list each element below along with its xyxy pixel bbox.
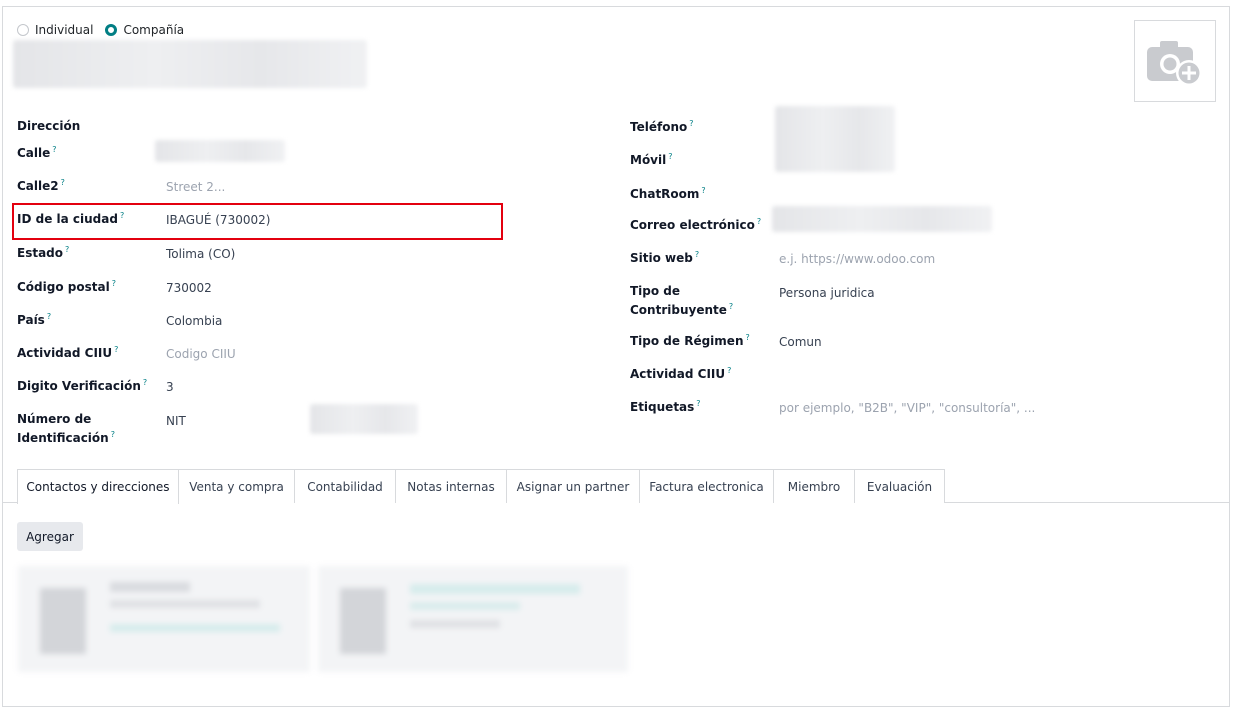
address-header: Dirección (17, 119, 81, 133)
help-icon[interactable]: ? (689, 119, 693, 128)
dv-label: Digito Verificación? (17, 378, 147, 393)
street-input[interactable] (155, 140, 285, 162)
contact-card[interactable] (318, 566, 628, 672)
mobile-label: Móvil? (630, 152, 672, 167)
help-icon[interactable]: ? (696, 399, 700, 408)
tags-input[interactable]: por ejemplo, "B2B", "VIP", "consultoría"… (779, 401, 1035, 415)
regime-select[interactable]: Comun (779, 335, 822, 349)
add-contact-button[interactable]: Agregar (17, 522, 83, 551)
photo-upload[interactable] (1134, 20, 1216, 102)
chatroom-label: ChatRoom? (630, 186, 706, 201)
tab-accounting[interactable]: Contabilidad (294, 469, 396, 503)
help-icon[interactable]: ? (727, 366, 731, 375)
country-label: País? (17, 312, 51, 327)
id-number-label-line2-wrap: Identificación? (17, 427, 137, 446)
state-label-text: Estado (17, 246, 64, 260)
zip-input[interactable]: 730002 (166, 281, 212, 295)
help-icon[interactable]: ? (701, 186, 705, 195)
phone-mobile-input[interactable] (775, 106, 895, 172)
help-icon[interactable]: ? (65, 245, 69, 254)
street2-label-text: Calle2 (17, 179, 59, 193)
chatroom-label-text: ChatRoom (630, 187, 700, 201)
dv-input[interactable]: 3 (166, 380, 174, 394)
street2-input[interactable]: Street 2... (166, 180, 225, 194)
id-number-input[interactable] (310, 404, 418, 434)
help-icon[interactable]: ? (61, 178, 65, 187)
contact-card[interactable] (18, 566, 310, 672)
tags-label-text: Etiquetas (630, 400, 695, 414)
help-icon[interactable]: ? (695, 250, 699, 259)
street2-label: Calle2? (17, 178, 65, 193)
phone-label: Teléfono? (630, 119, 693, 134)
highlight-box (12, 203, 503, 240)
email-input[interactable] (772, 206, 992, 232)
regime-label: Tipo de Régimen? (630, 333, 750, 348)
individual-radio[interactable] (17, 24, 29, 36)
email-label: Correo electrónico? (630, 217, 761, 232)
tab-internal-notes[interactable]: Notas internas (395, 469, 507, 503)
id-number-label: Número de Identificación? (17, 412, 137, 446)
taxpayer-label-line1: Tipo de (630, 284, 681, 298)
help-icon[interactable]: ? (729, 302, 733, 311)
zip-label: Código postal? (17, 279, 116, 294)
right-ciiu-label-text: Actividad CIIU (630, 367, 726, 381)
help-icon[interactable]: ? (757, 217, 761, 226)
phone-label-text: Teléfono (630, 120, 688, 134)
taxpayer-label-line2: Contribuyente (630, 303, 727, 317)
help-icon[interactable]: ? (111, 430, 115, 439)
country-label-text: País (17, 313, 45, 327)
ciiu-input[interactable]: Codigo CIIU (166, 347, 236, 361)
id-number-label-line1: Número de (17, 412, 92, 426)
dv-label-text: Digito Verificación (17, 379, 141, 393)
id-type-select[interactable]: NIT (166, 414, 186, 428)
tab-sales-purchase[interactable]: Venta y compra (178, 469, 295, 503)
help-icon[interactable]: ? (668, 152, 672, 161)
company-label[interactable]: Compañía (123, 23, 184, 37)
website-label-text: Sitio web (630, 251, 693, 265)
help-icon[interactable]: ? (143, 378, 147, 387)
help-icon[interactable]: ? (47, 312, 51, 321)
ciiu-label-text: Actividad CIIU (17, 346, 113, 360)
help-icon[interactable]: ? (112, 279, 116, 288)
help-icon[interactable]: ? (52, 145, 56, 154)
tab-electronic-invoice[interactable]: Factura electronica (639, 469, 774, 503)
id-number-label-line2: Identificación (17, 431, 109, 445)
zip-label-text: Código postal (17, 280, 110, 294)
taxpayer-label-line2-wrap: Contribuyente? (630, 299, 760, 318)
right-ciiu-label: Actividad CIIU? (630, 366, 731, 381)
email-label-text: Correo electrónico (630, 218, 755, 232)
company-name-field[interactable] (13, 40, 367, 88)
ciiu-label: Actividad CIIU? (17, 345, 118, 360)
street-label-text: Calle (17, 146, 51, 160)
country-input[interactable]: Colombia (166, 314, 222, 328)
individual-label[interactable]: Individual (35, 23, 93, 37)
state-label: Estado? (17, 245, 69, 260)
state-input[interactable]: Tolima (CO) (166, 247, 235, 261)
tags-label: Etiquetas? (630, 399, 701, 414)
company-type-selector: Individual Compañía (17, 23, 190, 37)
street-label: Calle? (17, 145, 57, 160)
website-label: Sitio web? (630, 250, 699, 265)
tab-assign-partner[interactable]: Asignar un partner (506, 469, 640, 503)
taxpayer-label: Tipo de Contribuyente? (630, 284, 760, 318)
taxpayer-select[interactable]: Persona juridica (779, 286, 875, 300)
website-input[interactable]: e.j. https://www.odoo.com (779, 252, 935, 266)
camera-plus-icon (1147, 41, 1202, 86)
company-radio[interactable] (105, 24, 118, 36)
mobile-label-text: Móvil (630, 153, 667, 167)
regime-label-text: Tipo de Régimen (630, 334, 744, 348)
tab-member[interactable]: Miembro (773, 469, 855, 503)
tab-evaluation[interactable]: Evaluación (854, 469, 945, 503)
tab-contacts[interactable]: Contactos y direcciones (17, 469, 179, 504)
help-icon[interactable]: ? (745, 333, 749, 342)
help-icon[interactable]: ? (114, 345, 118, 354)
